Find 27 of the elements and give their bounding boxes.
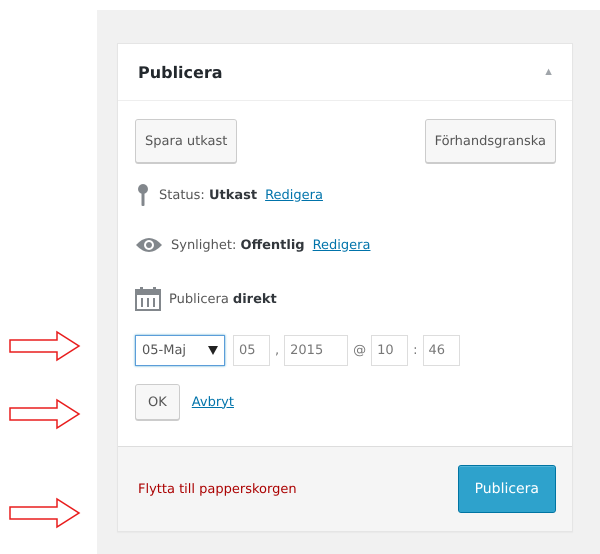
calendar-icon [135, 287, 161, 311]
separator: @ [353, 343, 366, 358]
panel-title: Publicera [138, 62, 223, 82]
edit-link[interactable]: Redigera [312, 238, 370, 252]
info-text: Synlighet: Offentlig [171, 238, 305, 252]
info-text: Publicera direkt [169, 292, 277, 306]
secondary-button[interactable]: Spara utkast [135, 119, 238, 163]
edit-link[interactable]: Redigera [265, 188, 323, 202]
month-select[interactable]: 05-Maj [135, 335, 225, 366]
pin-icon [135, 183, 151, 207]
cancel-link[interactable]: Avbryt [192, 394, 234, 410]
eye-icon [135, 236, 163, 254]
minute-field[interactable]: 46 [422, 335, 460, 366]
separator: , [275, 343, 280, 358]
dropdown-icon [208, 346, 218, 355]
publish-button[interactable]: Publicera [458, 465, 556, 513]
arrow-annotation [9, 398, 81, 430]
info-text: Status: Utkast [159, 188, 258, 202]
arrow-annotation [9, 330, 81, 362]
separator: : [413, 343, 418, 358]
trash-link[interactable]: Flytta till papperskorgen [138, 482, 297, 496]
arrow-annotation [9, 497, 81, 529]
hour-field[interactable]: 10 [371, 335, 408, 366]
day-field[interactable]: 05 [233, 335, 270, 366]
ok-button[interactable]: OK [135, 384, 180, 420]
secondary-button[interactable]: Förhandsgranska [424, 119, 556, 163]
year-field[interactable]: 2015 [284, 335, 348, 366]
